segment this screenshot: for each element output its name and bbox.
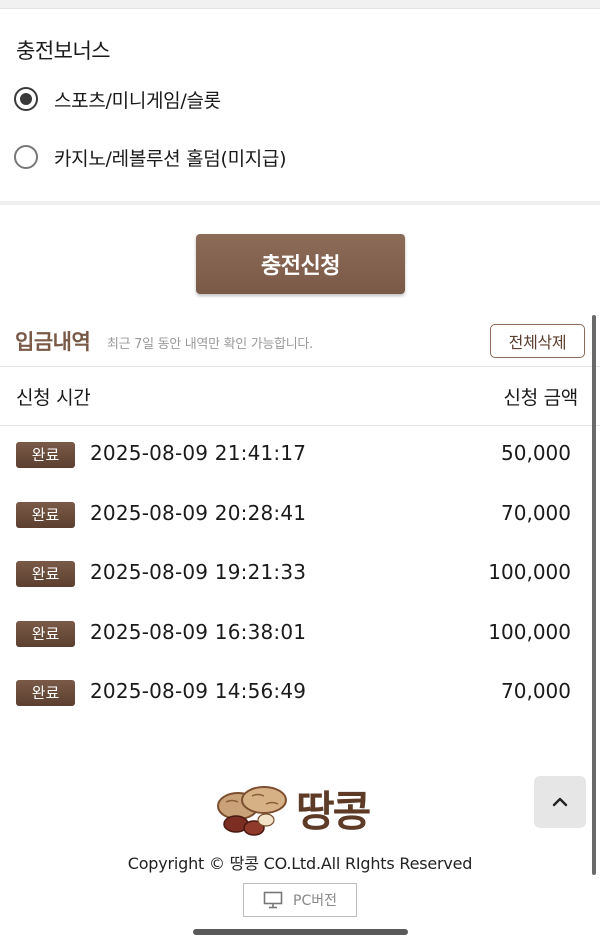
request-time: 2025-08-09 19:21:33 <box>90 560 307 584</box>
request-amount: 70,000 <box>501 679 571 703</box>
section-divider <box>0 201 600 205</box>
table-row: 완료 2025-08-09 21:41:17 50,000 <box>0 426 600 486</box>
request-amount: 70,000 <box>501 500 571 525</box>
request-time: 2025-08-09 14:56:49 <box>90 679 307 703</box>
bonus-option-label: 카지노/레볼루션 홀덤(미지급) <box>54 147 287 170</box>
column-header-request-amount: 신청 금액 <box>503 387 579 409</box>
table-row: 완료 2025-08-09 20:28:41 70,000 <box>0 486 600 546</box>
bonus-option-sports[interactable]: 스포츠/미니게임/슬롯 <box>14 84 221 114</box>
charge-bonus-section: 충전보너스 스포츠/미니게임/슬롯 카지노/레볼루션 홀덤(미지급) <box>0 9 600 201</box>
copyright-text: Copyright © 땅콩 CO.Ltd.All RIghts Reserve… <box>127 854 473 873</box>
status-badge: 완료 <box>16 620 75 647</box>
chevron-up-icon <box>552 797 568 807</box>
pc-version-button[interactable]: PC버전 <box>243 883 357 917</box>
status-badge: 완료 <box>16 680 75 706</box>
top-divider <box>0 0 600 9</box>
scroll-to-top-button[interactable] <box>534 776 586 828</box>
home-indicator <box>193 929 408 935</box>
status-badge: 완료 <box>16 442 75 468</box>
status-badge: 완료 <box>16 501 75 528</box>
logo-text: 땅콩 <box>296 787 371 836</box>
table-row: 완료 2025-08-09 16:38:01 100,000 <box>0 605 600 665</box>
radio-button-checked[interactable] <box>14 87 38 111</box>
request-time: 2025-08-09 16:38:01 <box>90 619 307 644</box>
peanut-icon <box>217 786 287 836</box>
deposit-history-note: 최근 7일 동안 내역만 확인 가능합니다. <box>107 337 313 352</box>
scrollbar[interactable] <box>592 315 596 875</box>
monitor-icon <box>263 891 283 909</box>
request-time: 2025-08-09 21:41:17 <box>90 441 307 465</box>
radio-button-unchecked[interactable] <box>14 145 38 169</box>
bonus-option-casino[interactable]: 카지노/레볼루션 홀덤(미지급) <box>14 142 287 172</box>
deposit-history-header: 입금내역 최근 7일 동안 내역만 확인 가능합니다. 전체삭제 <box>0 320 600 366</box>
column-header-request-time: 신청 시간 <box>16 387 91 409</box>
site-logo: 땅콩 <box>214 778 386 838</box>
table-row: 완료 2025-08-09 19:21:33 100,000 <box>0 545 600 605</box>
request-time: 2025-08-09 20:28:41 <box>90 500 307 525</box>
pc-version-label: PC버전 <box>293 893 337 909</box>
history-table-header: 신청 시간 신청 금액 <box>0 366 600 426</box>
request-amount: 100,000 <box>488 560 571 584</box>
request-amount: 100,000 <box>488 619 571 644</box>
history-table-body: 완료 2025-08-09 21:41:17 50,000 완료 2025-08… <box>0 426 600 724</box>
charge-bonus-title: 충전보너스 <box>16 39 111 63</box>
request-amount: 50,000 <box>501 441 571 465</box>
delete-all-button[interactable]: 전체삭제 <box>490 324 585 358</box>
status-badge: 완료 <box>16 561 75 587</box>
table-row: 완료 2025-08-09 14:56:49 70,000 <box>0 664 600 724</box>
bonus-option-label: 스포츠/미니게임/슬롯 <box>54 89 221 112</box>
charge-request-button[interactable]: 충전신청 <box>196 234 405 294</box>
deposit-history-title: 입금내역 <box>15 330 91 354</box>
